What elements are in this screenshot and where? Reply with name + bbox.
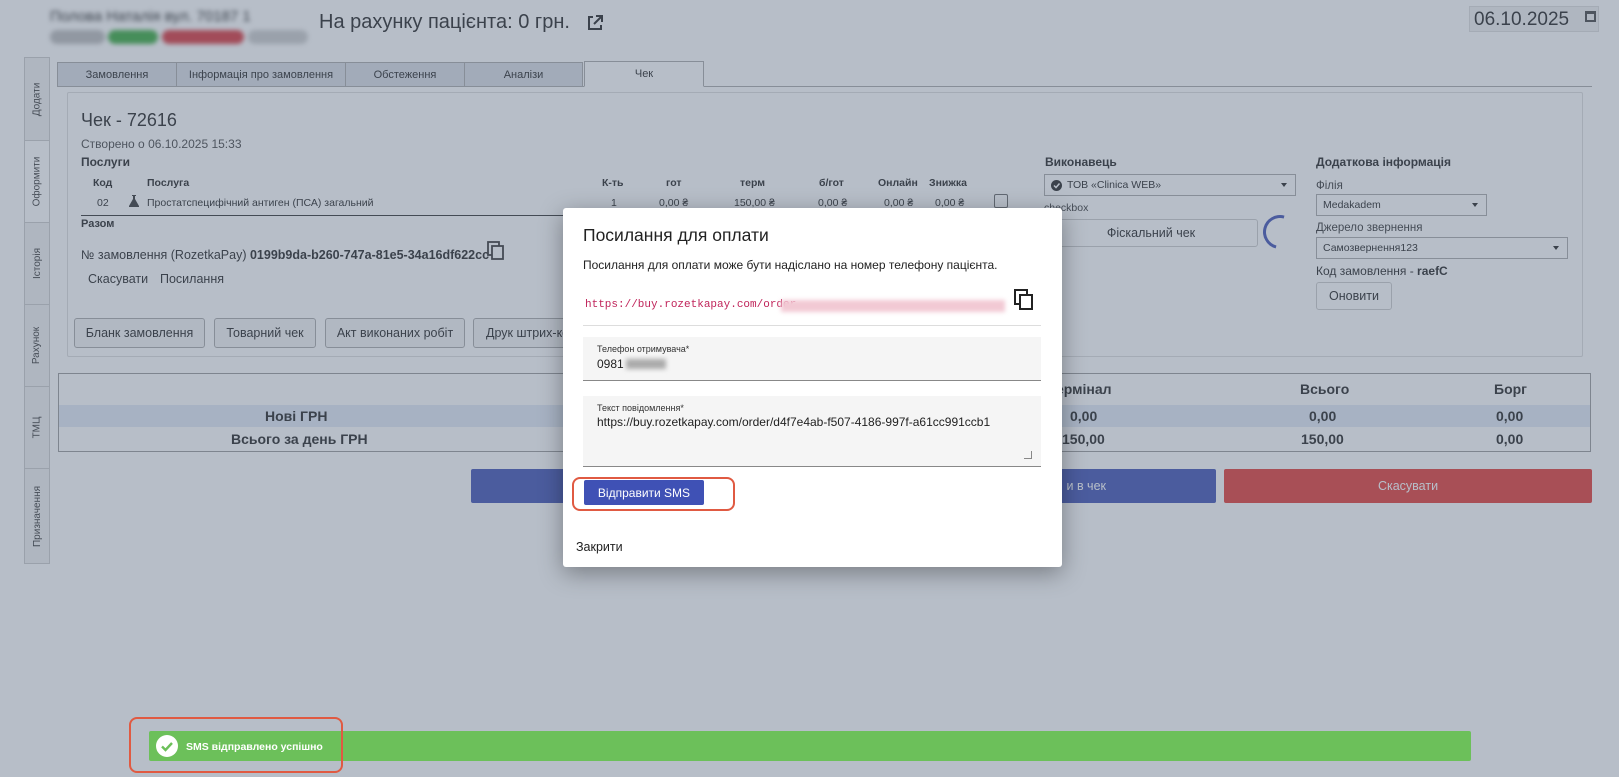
payment-link-redacted bbox=[781, 300, 1005, 312]
message-field-label: Текст повідомлення* bbox=[597, 403, 684, 413]
success-snackbar bbox=[149, 731, 1471, 761]
phone-field-label: Телефон отримувача* bbox=[597, 344, 690, 354]
message-textarea[interactable]: Текст повідомлення* https://buy.rozetkap… bbox=[583, 396, 1041, 467]
highlight-send-button bbox=[572, 477, 735, 511]
copy-link-icon[interactable] bbox=[1014, 289, 1034, 311]
message-field-value: https://buy.rozetkapay.com/order/d4f7e4a… bbox=[597, 415, 991, 429]
dialog-divider bbox=[583, 325, 1041, 326]
dialog-description: Посилання для оплати може бути надіслано… bbox=[583, 258, 998, 272]
phone-field[interactable]: Телефон отримувача* 0981 bbox=[583, 337, 1041, 381]
resize-handle-icon[interactable] bbox=[1024, 451, 1032, 459]
highlight-snackbar bbox=[129, 717, 343, 773]
payment-link[interactable]: https://buy.rozetkapay.com/order bbox=[585, 299, 796, 311]
phone-field-value: 0981 bbox=[597, 357, 624, 371]
close-button[interactable]: Закрити bbox=[576, 540, 623, 554]
phone-redacted bbox=[626, 359, 666, 369]
dialog-title: Посилання для оплати bbox=[583, 225, 769, 245]
